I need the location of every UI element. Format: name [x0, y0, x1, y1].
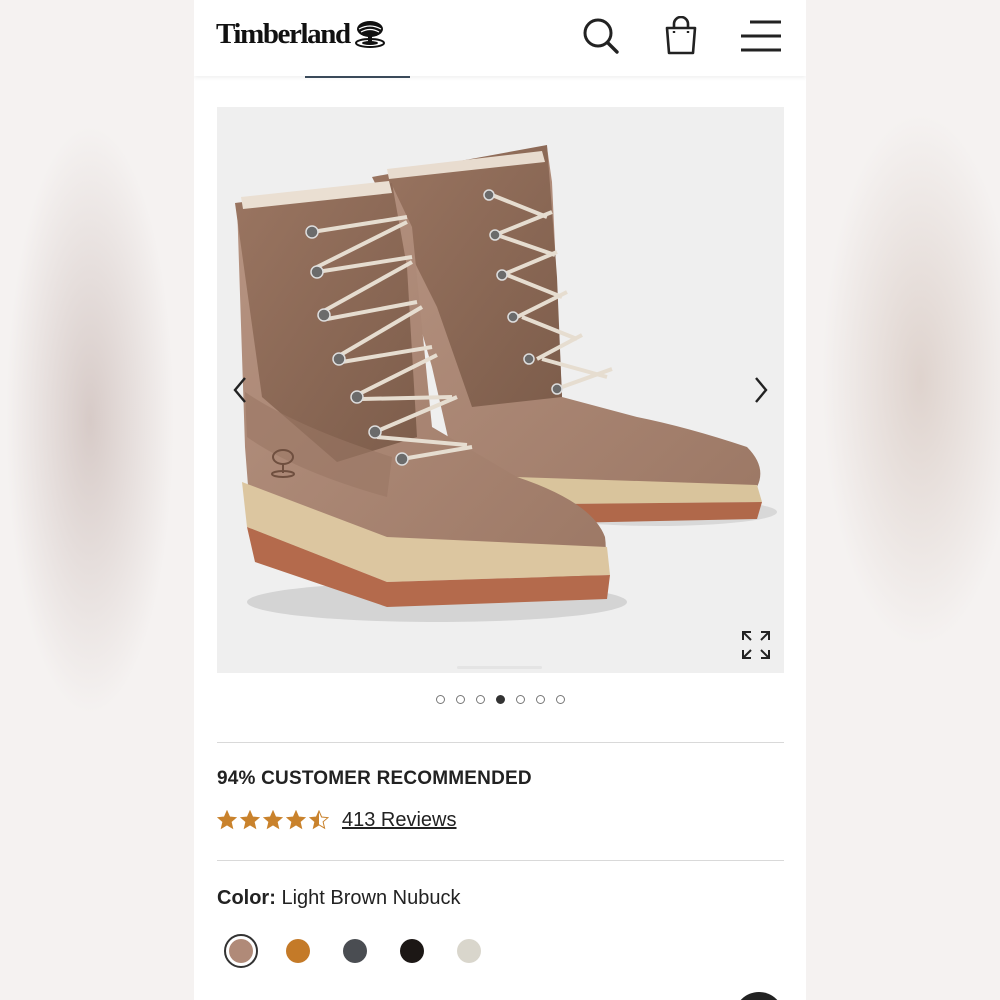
- previous-image-button[interactable]: [225, 372, 255, 408]
- menu-icon: [741, 20, 781, 52]
- color-label: Color:: [217, 887, 276, 909]
- pagination-dot[interactable]: [435, 695, 445, 704]
- divider: [217, 860, 784, 861]
- color-swatch-option[interactable]: [400, 935, 457, 967]
- color-selection-label: Color: Light Brown Nubuck: [217, 887, 460, 910]
- color-swatch[interactable]: [286, 939, 310, 963]
- brand-name: Timberland: [216, 17, 351, 50]
- next-image-button[interactable]: [746, 372, 776, 408]
- pagination-dot[interactable]: [535, 695, 545, 704]
- pagination-dot[interactable]: [475, 695, 485, 704]
- expand-image-button[interactable]: [740, 629, 772, 661]
- site-header: Timberland: [194, 0, 806, 76]
- bag-icon: [665, 16, 697, 55]
- product-image[interactable]: [217, 107, 784, 673]
- shopping-bag-button[interactable]: [659, 14, 703, 58]
- search-button[interactable]: [579, 14, 623, 58]
- pagination-dot[interactable]: [515, 695, 525, 704]
- star-full-icon: [240, 810, 260, 830]
- product-page: Timberland 94% CUSTOMER RECOMMENDED 413 …: [194, 0, 806, 1000]
- color-swatch-option[interactable]: [224, 934, 286, 968]
- recommend-text: 94% CUSTOMER RECOMMENDED: [217, 768, 532, 789]
- chevron-right-icon: [755, 377, 768, 403]
- gallery-pagination: [194, 695, 806, 704]
- color-swatch[interactable]: [343, 939, 367, 963]
- expand-icon: [742, 631, 770, 659]
- color-swatch-option[interactable]: [286, 935, 343, 967]
- color-swatch[interactable]: [457, 939, 481, 963]
- color-swatch-option[interactable]: [343, 935, 400, 967]
- image-scroll-indicator: [457, 666, 542, 669]
- color-swatch-option[interactable]: [457, 935, 514, 967]
- tree-logo-icon: [354, 21, 385, 48]
- star-full-icon: [263, 810, 283, 830]
- reviews-link[interactable]: 413 Reviews: [342, 809, 457, 832]
- divider: [217, 742, 784, 743]
- color-value: Light Brown Nubuck: [281, 887, 461, 909]
- chevron-left-icon: [233, 377, 246, 403]
- color-swatch[interactable]: [224, 934, 258, 968]
- pagination-dot[interactable]: [555, 695, 565, 704]
- menu-button[interactable]: [739, 14, 783, 58]
- floating-action-button[interactable]: [734, 992, 784, 1000]
- pagination-dot[interactable]: [455, 695, 465, 704]
- search-icon: [583, 18, 619, 54]
- star-full-icon: [217, 810, 237, 830]
- active-tab-underline: [305, 76, 410, 78]
- star-rating[interactable]: [217, 810, 329, 830]
- product-image-gallery[interactable]: [217, 107, 784, 673]
- brand-logo[interactable]: Timberland: [216, 16, 386, 52]
- color-swatches: [224, 934, 514, 968]
- pagination-dot[interactable]: [495, 695, 505, 704]
- color-swatch[interactable]: [400, 939, 424, 963]
- star-half-icon: [309, 810, 329, 830]
- star-full-icon: [286, 810, 306, 830]
